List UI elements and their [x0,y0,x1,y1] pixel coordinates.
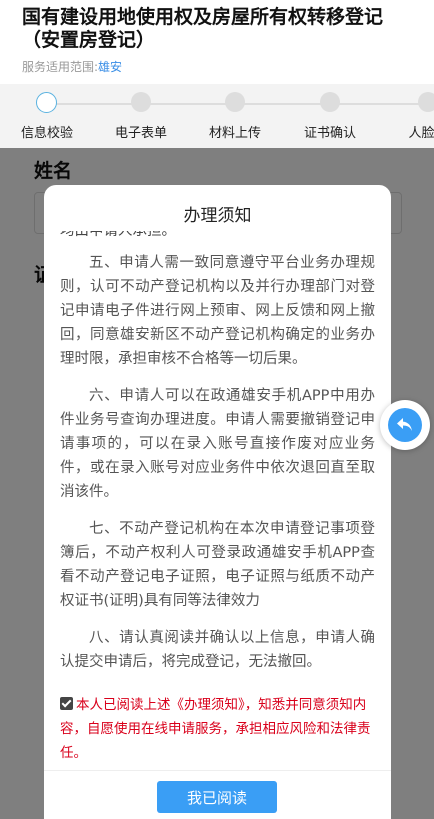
service-scope: 服务适用范围:雄安 [22,58,122,75]
step-material-upload[interactable]: 材料上传 [190,92,280,148]
notice-paragraphs: 五、申请人需一致同意遵守平台业务办理规则，认可不动产登记机构以及并行办理部门对登… [60,251,375,687]
float-back-button[interactable] [380,400,430,450]
step-electronic-form[interactable]: 电子表单 [96,92,186,148]
agreement-row[interactable]: 本人已阅读上述《办理须知》，知悉并同意须知内容，自愿使用在线申请服务，承担相应风… [60,693,375,761]
step-certificate-confirm[interactable]: 证书确认 [285,92,375,148]
page-header: 国有建设用地使用权及房屋所有权转移登记（安置房登记） 服务适用范围:雄安 [0,0,434,84]
modal-divider [44,770,391,771]
step-dot [36,92,57,113]
step-label: 人脸认 [408,126,434,141]
progress-steps: 信息校验 电子表单 材料上传 证书确认 人脸认 [0,84,434,148]
back-arrow-icon [397,418,412,431]
agree-checkbox[interactable] [60,697,73,710]
scope-label: 服务适用范围: [22,60,99,74]
clipped-line: 均由申请人承担。 [60,231,176,239]
notice-paragraph-7: 七、不动产登记机构在本次申请登记事项登簿后，不动产权利人可登录政通雄安手机APP… [60,521,375,609]
read-confirm-button[interactable]: 我已阅读 [157,781,277,813]
notice-paragraph-5: 五、申请人需一致同意遵守平台业务办理规则，认可不动产登记机构以及并行办理部门对登… [60,255,375,367]
clipped-text: 均由申请人承担。 [60,231,375,243]
agreement-text: 本人已阅读上述《办理须知》，知悉并同意须知内容，自愿使用在线申请服务，承担相应风… [60,697,371,761]
notice-paragraph-8: 八、请认真阅读并确认以上信息，申请人确认提交申请后，将完成登记，无法撤回。 [60,630,375,670]
step-label: 信息校验 [20,126,73,141]
page-title: 国有建设用地使用权及房屋所有权转移登记（安置房登记） [22,6,384,51]
scope-city: 雄安 [98,60,123,74]
step-face-recognition[interactable]: 人脸认 [383,92,434,148]
notice-modal: 办理须知 均由申请人承担。 五、申请人需一致同意遵守平台业务办理规则，认可不动产… [44,185,391,819]
step-label: 电子表单 [114,126,167,141]
step-dot [131,92,151,112]
modal-title: 办理须知 [183,206,252,226]
step-label: 材料上传 [208,126,261,141]
notice-paragraph-6: 六、申请人可以在政通雄安手机APP中用办件业务号查询办理进度。申请人需要撤销登记… [60,388,375,500]
step-label: 证书确认 [303,126,356,141]
step-dot [418,92,434,112]
float-back-circle [388,408,422,442]
step-dot [320,92,340,112]
step-dot [225,92,245,112]
notice-content[interactable]: 均由申请人承担。 五、申请人需一致同意遵守平台业务办理规则，认可不动产登记机构以… [60,231,375,761]
step-info-check[interactable]: 信息校验 [2,92,92,148]
